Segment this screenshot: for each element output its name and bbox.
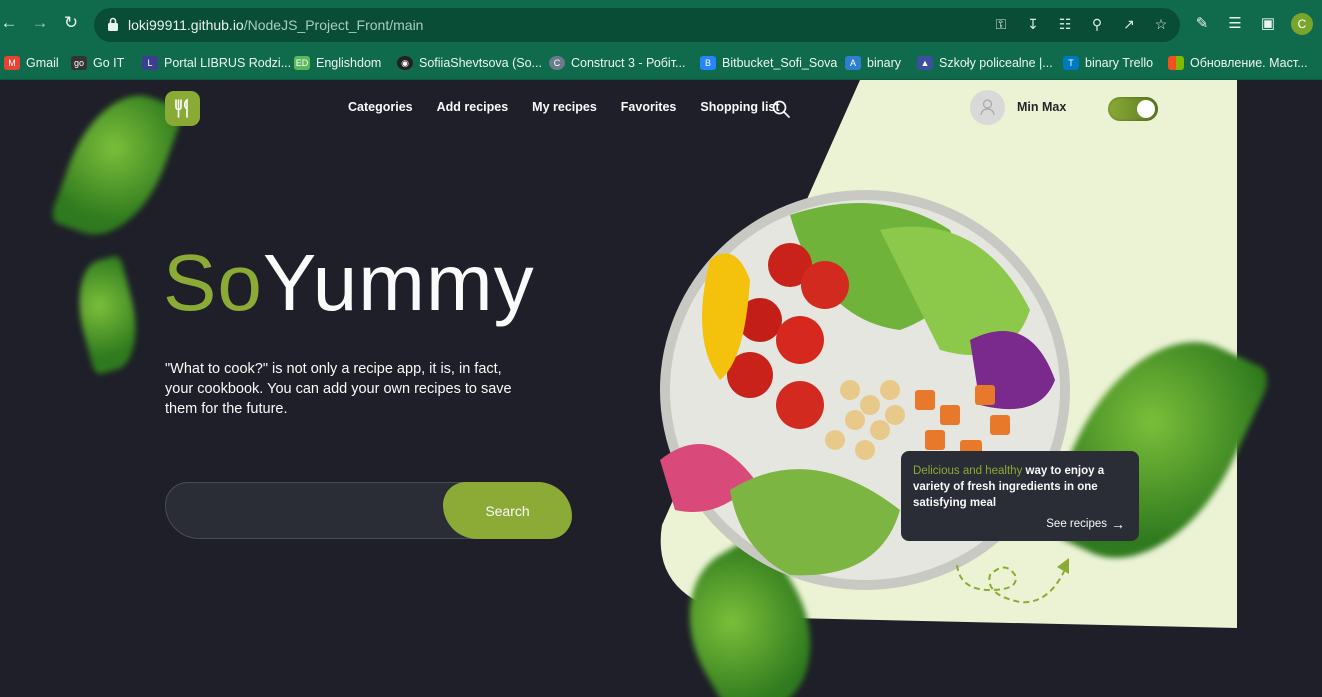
- address-bar[interactable]: loki99911.github.io/NodeJS_Project_Front…: [94, 8, 1180, 42]
- hero-description: "What to cook?" is not only a recipe app…: [165, 361, 512, 417]
- search-input[interactable]: [186, 500, 436, 522]
- bookmarks-bar: M Gmail go Go IT L Portal LIBRUS Rodzi... E…: [0, 46, 1322, 80]
- user-icon: [980, 99, 995, 116]
- bookmark-librus[interactable]: L Portal LIBRUS Rodzi...: [142, 54, 291, 72]
- bookmark-school[interactable]: ▲ Szkoły policealne |...: [917, 54, 1053, 72]
- url-text: loki99911.github.io/NodeJS_Project_Front…: [128, 17, 424, 33]
- promo-card: Delicious and healthy way to enjoy a var…: [901, 451, 1139, 541]
- bookmark-englishdom[interactable]: ED Englishdom: [294, 54, 381, 72]
- theme-toggle[interactable]: [1108, 97, 1158, 121]
- extensions-icon[interactable]: ✎: [1192, 14, 1212, 34]
- lock-icon: [108, 17, 118, 31]
- bookmark-trello[interactable]: Tbinary Trello: [1063, 54, 1153, 72]
- back-icon[interactable]: ←: [0, 14, 18, 32]
- translate-icon[interactable]: ☷: [1056, 15, 1074, 33]
- fork-knife-icon: [175, 98, 188, 118]
- bookmark-construct[interactable]: C Construct 3 - Робіт...: [549, 54, 685, 72]
- share-icon[interactable]: ↗: [1120, 15, 1138, 33]
- page: Categories Add recipes My recipes Favori…: [0, 80, 1322, 697]
- reload-icon[interactable]: ↻: [62, 14, 80, 32]
- search-icon[interactable]: [771, 99, 791, 119]
- zoom-icon[interactable]: ⚲: [1088, 15, 1106, 33]
- nav-favorites[interactable]: Favorites: [621, 100, 677, 114]
- reading-list-icon[interactable]: ☰: [1225, 14, 1245, 34]
- promo-text: Delicious and healthy way to enjoy a var…: [913, 465, 1105, 509]
- profile-avatar[interactable]: C: [1291, 13, 1313, 35]
- main-nav: Categories Add recipes My recipes Favori…: [348, 100, 780, 114]
- bookmark-goit[interactable]: go Go IT: [71, 54, 124, 72]
- side-panel-icon[interactable]: ▣: [1258, 14, 1278, 34]
- dashed-arrow-icon: [956, 558, 1069, 604]
- nav-categories[interactable]: Categories: [348, 100, 413, 114]
- search-button[interactable]: Search: [443, 482, 572, 539]
- browser-toolbar: ← → ↻ loki99911.github.io/NodeJS_Project…: [0, 0, 1322, 46]
- user-name[interactable]: Min Max: [1017, 100, 1066, 114]
- install-icon[interactable]: ↧: [1024, 15, 1042, 33]
- nav-my-recipes[interactable]: My recipes: [532, 100, 597, 114]
- hero-title: SoYummy: [163, 238, 535, 327]
- bookmark-binary[interactable]: Abinary: [845, 54, 901, 72]
- bookmark-gmail[interactable]: M Gmail: [4, 54, 59, 72]
- logo[interactable]: [165, 91, 200, 126]
- nav-shopping-list[interactable]: Shopping list: [700, 100, 779, 114]
- key-icon[interactable]: ⚿: [992, 15, 1010, 33]
- bookmark-bitbucket[interactable]: B Bitbucket_Sofi_Sova: [700, 54, 837, 72]
- avatar[interactable]: [970, 90, 1005, 125]
- toggle-knob: [1137, 100, 1155, 118]
- bookmark-github[interactable]: ◉ SofiiaShevtsova (So...: [397, 54, 542, 72]
- star-icon[interactable]: ☆: [1152, 15, 1170, 33]
- arrow-right-icon: →: [1111, 515, 1125, 532]
- bookmark-microsoft[interactable]: Обновление. Маст...: [1168, 54, 1308, 72]
- see-recipes-link[interactable]: See recipes →: [1046, 515, 1125, 532]
- nav-add-recipes[interactable]: Add recipes: [437, 100, 509, 114]
- forward-icon[interactable]: →: [31, 14, 49, 32]
